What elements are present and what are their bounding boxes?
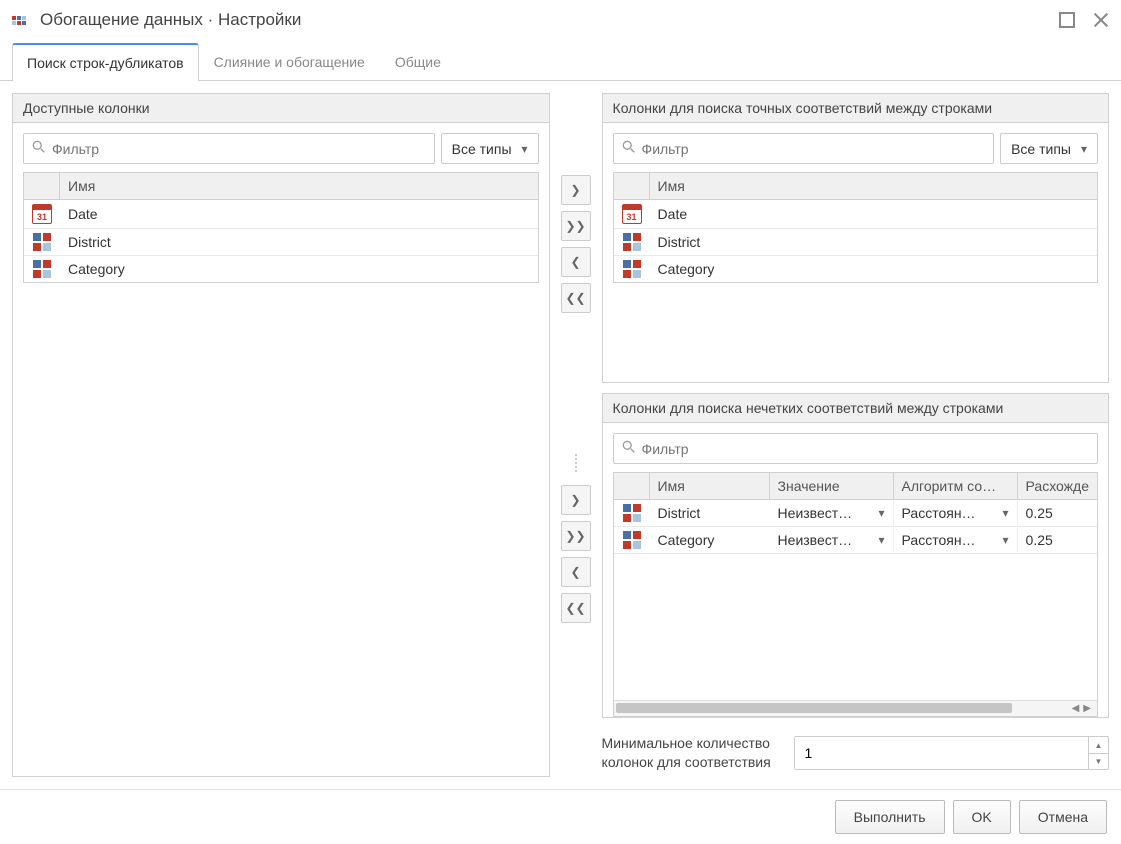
- spinner-up-button[interactable]: ▲: [1089, 737, 1108, 754]
- col-header-name[interactable]: Имя: [60, 173, 538, 199]
- table-row[interactable]: District: [24, 229, 538, 256]
- available-columns-header: Доступные колонки: [13, 94, 549, 123]
- move-all-right-button[interactable]: ❯❯: [561, 211, 591, 241]
- table-row[interactable]: District: [614, 229, 1097, 256]
- dist-cell[interactable]: 0.25: [1018, 501, 1097, 525]
- chevron-down-icon: ▾: [879, 533, 885, 547]
- run-button[interactable]: Выполнить: [835, 800, 945, 834]
- chevron-down-icon: ▾: [879, 506, 885, 520]
- min-columns-row: Минимальное количество колонок для соотв…: [602, 730, 1109, 777]
- filter-input[interactable]: [52, 141, 426, 157]
- min-columns-label: Минимальное количество колонок для соотв…: [602, 734, 782, 773]
- cell-name: Category: [60, 257, 133, 281]
- col-header-dist[interactable]: Расхожде: [1018, 473, 1097, 499]
- maximize-icon[interactable]: [1059, 12, 1075, 28]
- search-icon: [622, 140, 636, 157]
- cell-name: District: [60, 230, 119, 254]
- category-icon: [623, 531, 641, 549]
- fuzzy-match-panel: Колонки для поиска нечетких соответствий…: [602, 393, 1109, 718]
- app-icon: [12, 11, 30, 29]
- table-row[interactable]: District Неизвест…▾ Расстоян…▾ 0.25: [614, 500, 1097, 527]
- cell-name: Date: [650, 202, 696, 226]
- tab-duplicates[interactable]: Поиск строк-дубликатов: [12, 43, 199, 81]
- table-row[interactable]: Date: [24, 200, 538, 229]
- table-row[interactable]: Category Неизвест…▾ Расстоян…▾ 0.25: [614, 527, 1097, 554]
- table-row[interactable]: Category: [614, 256, 1097, 282]
- search-icon: [622, 440, 636, 457]
- splitter-handle[interactable]: [574, 453, 578, 473]
- filter-input[interactable]: [642, 141, 986, 157]
- spinner-down-button[interactable]: ▼: [1089, 754, 1108, 770]
- titlebar: Обогащение данных · Настройки: [0, 0, 1121, 40]
- move-left-button[interactable]: ❮: [561, 247, 591, 277]
- tab-merge[interactable]: Слияние и обогащение: [199, 43, 380, 81]
- fuzzy-match-header: Колонки для поиска нечетких соответствий…: [603, 394, 1108, 423]
- fuzzy-match-table: Имя Значение Алгоритм со… Расхожде Distr…: [613, 472, 1098, 717]
- algo-select[interactable]: Расстоян…▾: [894, 501, 1018, 525]
- table-row[interactable]: Category: [24, 256, 538, 282]
- cancel-button[interactable]: Отмена: [1019, 800, 1107, 834]
- available-columns-panel: Доступные колонки Все типы ▾ Имя: [12, 93, 550, 777]
- horizontal-scrollbar[interactable]: ◀▶: [614, 700, 1097, 716]
- dialog-footer: Выполнить OK Отмена: [0, 789, 1121, 844]
- col-header-name[interactable]: Имя: [650, 173, 1097, 199]
- chevron-down-icon: ▾: [1003, 533, 1009, 547]
- col-header-name[interactable]: Имя: [650, 473, 770, 499]
- category-icon: [33, 233, 51, 251]
- search-icon: [32, 140, 46, 157]
- available-columns-table: Имя Date District Category: [23, 172, 539, 283]
- scroll-right-icon[interactable]: ▶: [1083, 703, 1091, 714]
- cell-name: Date: [60, 202, 106, 226]
- chevron-down-icon: ▾: [1003, 506, 1009, 520]
- cell-name: Category: [650, 528, 770, 552]
- tabs: Поиск строк-дубликатов Слияние и обогаще…: [0, 42, 1121, 81]
- exact-match-table: Имя Date District Category: [613, 172, 1098, 283]
- category-icon: [623, 233, 641, 251]
- cell-name: District: [650, 230, 709, 254]
- calendar-icon: [32, 204, 52, 224]
- exact-match-panel: Колонки для поиска точных соответствий м…: [602, 93, 1109, 383]
- dist-cell[interactable]: 0.25: [1018, 528, 1097, 552]
- cell-name: Category: [650, 257, 723, 281]
- chevron-down-icon: ▾: [522, 142, 528, 156]
- filter-input-wrapper: [613, 133, 995, 164]
- table-row[interactable]: Date: [614, 200, 1097, 229]
- cell-name: District: [650, 501, 770, 525]
- value-select[interactable]: Неизвест…▾: [770, 528, 894, 552]
- filter-input-wrapper: [23, 133, 435, 164]
- move-right-button[interactable]: ❯: [561, 485, 591, 515]
- algo-select[interactable]: Расстоян…▾: [894, 528, 1018, 552]
- type-select[interactable]: Все типы ▾: [441, 133, 539, 164]
- min-columns-input[interactable]: [795, 737, 1088, 769]
- type-select[interactable]: Все типы ▾: [1000, 133, 1098, 164]
- category-icon: [623, 260, 641, 278]
- move-right-button[interactable]: ❯: [561, 175, 591, 205]
- col-header-value[interactable]: Значение: [770, 473, 894, 499]
- move-all-left-button[interactable]: ❮❮: [561, 593, 591, 623]
- move-all-left-button[interactable]: ❮❮: [561, 283, 591, 313]
- filter-input[interactable]: [642, 441, 1089, 457]
- type-select-label: Все типы: [452, 141, 512, 157]
- tab-general[interactable]: Общие: [380, 43, 456, 81]
- category-icon: [33, 260, 51, 278]
- ok-button[interactable]: OK: [953, 800, 1011, 834]
- category-icon: [623, 504, 641, 522]
- scroll-left-icon[interactable]: ◀: [1072, 703, 1080, 714]
- close-icon[interactable]: [1093, 12, 1109, 28]
- move-left-button[interactable]: ❮: [561, 557, 591, 587]
- exact-match-header: Колонки для поиска точных соответствий м…: [603, 94, 1108, 123]
- type-select-label: Все типы: [1011, 141, 1071, 157]
- min-columns-spinner: ▲ ▼: [794, 736, 1109, 770]
- transfer-buttons-fuzzy: ❯ ❯❯ ❮ ❮❮: [556, 393, 596, 777]
- chevron-down-icon: ▾: [1081, 142, 1087, 156]
- calendar-icon: [622, 204, 642, 224]
- window-title: Обогащение данных · Настройки: [40, 10, 1059, 30]
- transfer-buttons-exact: ❯ ❯❯ ❮ ❮❮: [556, 93, 596, 383]
- move-all-right-button[interactable]: ❯❯: [561, 521, 591, 551]
- col-header-algo[interactable]: Алгоритм со…: [894, 473, 1018, 499]
- value-select[interactable]: Неизвест…▾: [770, 501, 894, 525]
- filter-input-wrapper: [613, 433, 1098, 464]
